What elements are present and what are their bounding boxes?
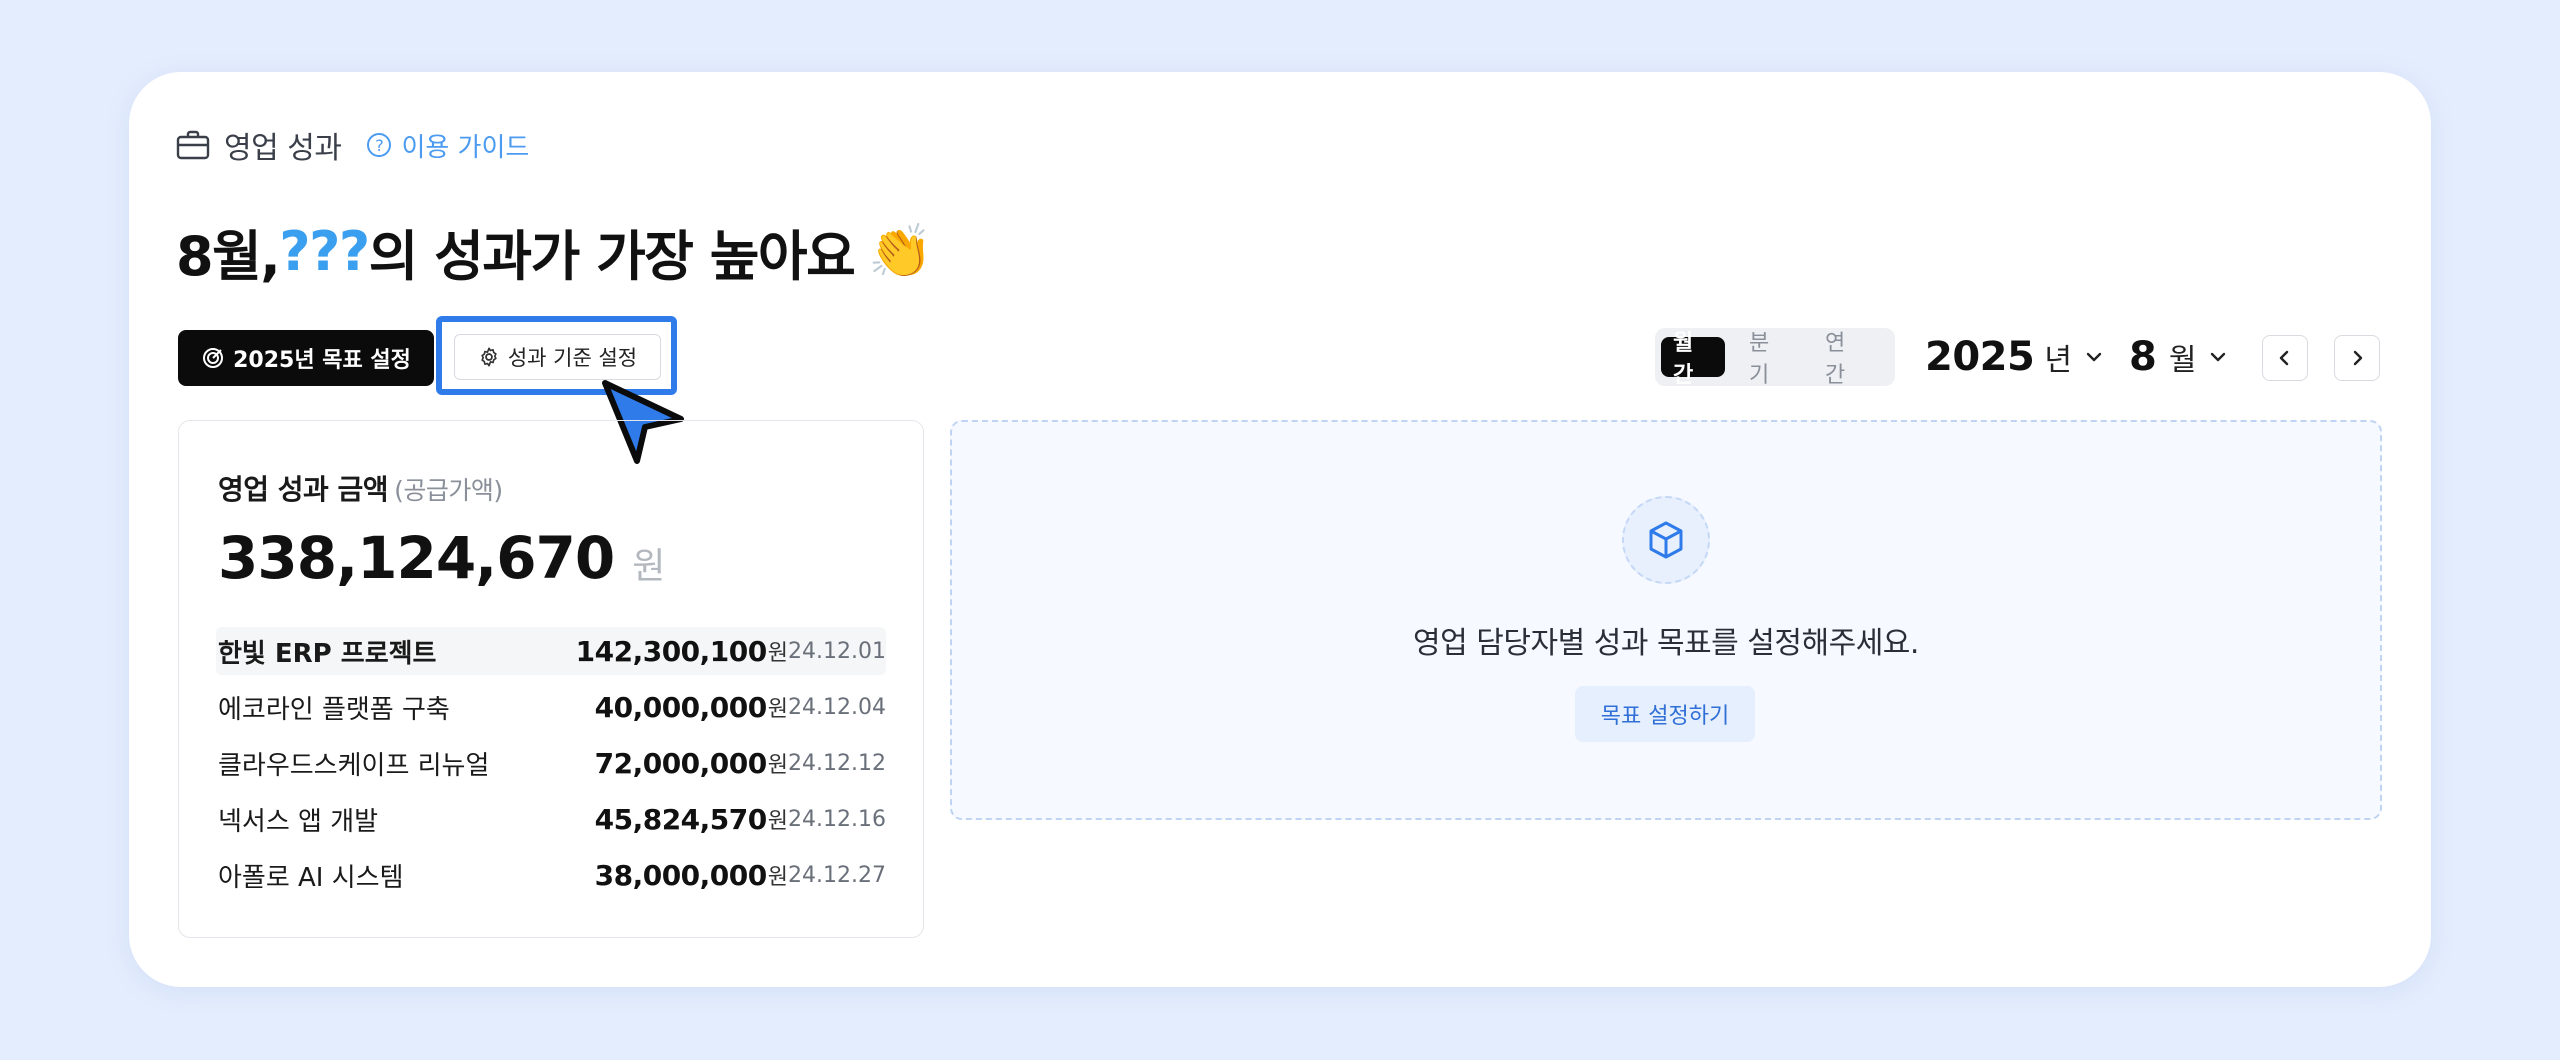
deal-currency: 원 [767, 697, 788, 722]
deal-name: 넥서스 앱 개발 [218, 806, 379, 837]
deal-name: 아폴로 AI 시스템 [218, 862, 404, 893]
yearly-goal-label: 2025년 목표 설정 [233, 348, 411, 373]
page-title: 8월, ??? 의 성과가 가장 높아요 👏 [176, 212, 933, 291]
sales-total-value: 338,124,670 [218, 524, 615, 592]
list-item[interactable]: 에코라인 플랫폼 구축 40,000,000 원 24.12.04 [216, 683, 886, 731]
deal-name: 에코라인 플랫폼 구축 [218, 694, 450, 725]
list-item[interactable]: 아폴로 AI 시스템 38,000,000 원 24.12.27 [216, 851, 886, 899]
title-suffix: 의 성과가 가장 높아요 [368, 225, 856, 288]
next-month-button[interactable] [2334, 335, 2380, 381]
previous-month-button[interactable] [2262, 335, 2308, 381]
performance-criteria-label: 성과 기준 설정 [507, 346, 638, 370]
year-unit: 년 [2044, 343, 2072, 378]
empty-state-message: 영업 담당자별 성과 목표를 설정해주세요. [1413, 626, 1919, 661]
sales-total-currency: 원 [632, 546, 666, 587]
deal-list: 한빛 ERP 프로젝트 142,300,100 원 24.12.01 에코라인 플… [216, 627, 886, 907]
deal-price: 45,824,570 [594, 802, 768, 836]
year-value: 2025 [1925, 334, 2035, 380]
clapping-hands-icon: 👏 [868, 222, 933, 282]
performance-criteria-button[interactable]: 성과 기준 설정 [454, 334, 661, 380]
deal-currency: 원 [767, 641, 788, 666]
box-icon [1622, 496, 1710, 584]
month-value: 8 [2129, 334, 2157, 380]
set-goal-button[interactable]: 목표 설정하기 [1575, 686, 1755, 742]
segment-monthly[interactable]: 월간 [1661, 331, 1725, 388]
chevron-down-icon [2086, 352, 2102, 362]
sales-amount-subtitle: (공급가액) [394, 476, 503, 505]
section-header: 영업 성과 ? 이용 가이드 [176, 125, 529, 166]
title-prefix: 8월, [176, 225, 281, 288]
deal-currency: 원 [767, 865, 788, 890]
title-highlight: ??? [279, 220, 370, 283]
goal-empty-state: 영업 담당자별 성과 목표를 설정해주세요. 목표 설정하기 [950, 420, 2382, 820]
deal-date: 24.12.16 [788, 806, 886, 832]
sales-amount-card: 영업 성과 금액 (공급가액) 338,124,670 원 한빛 ERP 프로젝트… [178, 420, 924, 938]
list-item[interactable]: 넥서스 앱 개발 45,824,570 원 24.12.16 [216, 795, 886, 843]
cube-icon [1649, 521, 1683, 559]
year-select[interactable]: 2025 년 [1925, 334, 2104, 380]
deal-price: 40,000,000 [594, 690, 768, 724]
segment-quarterly[interactable]: 분기 [1737, 331, 1801, 388]
deal-price: 142,300,100 [575, 634, 768, 668]
gear-icon [481, 347, 497, 367]
briefcase-icon [176, 130, 210, 160]
sales-total: 338,124,670 원 [218, 524, 665, 592]
deal-price: 38,000,000 [594, 858, 768, 892]
deal-date: 24.12.12 [788, 750, 886, 776]
sales-amount-label: 영업 성과 금액 (공급가액) [218, 468, 503, 508]
chevron-down-icon [2211, 352, 2226, 362]
deal-price: 72,000,000 [594, 746, 768, 780]
segment-yearly[interactable]: 연간 [1813, 331, 1877, 388]
sales-performance-card: 영업 성과 ? 이용 가이드 8월, ??? 의 성과가 가장 높아요 👏 202… [129, 72, 2431, 987]
month-unit: 월 [2168, 343, 2197, 378]
usage-guide-label: 이용 가이드 [401, 132, 530, 163]
deal-name: 한빛 ERP 프로젝트 [218, 638, 437, 669]
usage-guide-link[interactable]: ? 이용 가이드 [367, 127, 529, 164]
chevron-right-icon [2353, 350, 2363, 366]
deal-name: 클라우드스케이프 리뉴얼 [218, 750, 490, 781]
yearly-goal-button[interactable]: 2025년 목표 설정 [178, 330, 434, 386]
deal-date: 24.12.04 [788, 694, 886, 720]
list-item[interactable]: 클라우드스케이프 리뉴얼 72,000,000 원 24.12.12 [216, 739, 886, 787]
target-icon [203, 348, 224, 368]
deal-date: 24.12.27 [788, 862, 886, 888]
chevron-left-icon [2279, 350, 2289, 366]
sales-amount-title: 영업 성과 금액 [218, 473, 389, 506]
list-item[interactable]: 한빛 ERP 프로젝트 142,300,100 원 24.12.01 [216, 627, 886, 675]
deal-currency: 원 [767, 809, 788, 834]
period-segmented-control: 월간 분기 연간 [1655, 328, 1895, 388]
month-select[interactable]: 8 월 [2129, 334, 2228, 380]
deal-currency: 원 [767, 753, 788, 778]
deal-date: 24.12.01 [788, 638, 886, 664]
section-title: 영업 성과 [224, 131, 342, 166]
help-circle-icon: ? [367, 133, 392, 157]
